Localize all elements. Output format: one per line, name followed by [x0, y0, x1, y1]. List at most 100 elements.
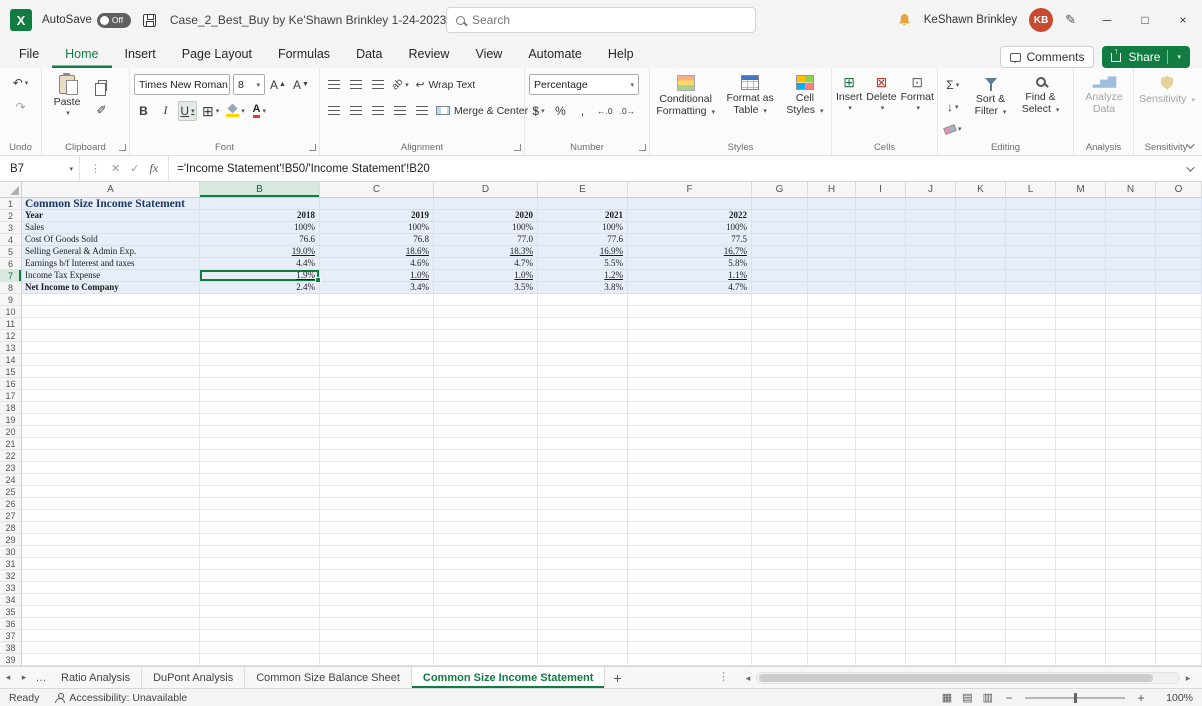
cell-E30[interactable]: [538, 546, 628, 558]
scrollbar-thumb[interactable]: [759, 674, 1153, 682]
cell-C34[interactable]: [320, 594, 434, 606]
save-button[interactable]: [143, 14, 156, 27]
cell-F38[interactable]: [628, 642, 752, 654]
cell-J12[interactable]: [906, 330, 956, 342]
column-header-d[interactable]: D: [434, 182, 538, 197]
cell-B7[interactable]: 1.9%: [200, 270, 320, 282]
cell-L38[interactable]: [1006, 642, 1056, 654]
cell-D19[interactable]: [434, 414, 538, 426]
cell-G22[interactable]: [752, 450, 808, 462]
cell-L30[interactable]: [1006, 546, 1056, 558]
delete-cells-dropdown-icon[interactable]: ▾: [881, 105, 885, 113]
cell-J27[interactable]: [906, 510, 956, 522]
cell-H10[interactable]: [808, 306, 856, 318]
cell-N35[interactable]: [1106, 606, 1156, 618]
cell-M10[interactable]: [1056, 306, 1106, 318]
cell-J1[interactable]: [906, 198, 956, 210]
cell-L32[interactable]: [1006, 570, 1056, 582]
cell-K6[interactable]: [956, 258, 1006, 270]
cell-F6[interactable]: 5.8%: [628, 258, 752, 270]
cell-O1[interactable]: [1156, 198, 1202, 210]
cell-G25[interactable]: [752, 486, 808, 498]
font-dialog-launcher[interactable]: [309, 144, 316, 151]
cell-K1[interactable]: [956, 198, 1006, 210]
cell-M2[interactable]: [1056, 210, 1106, 222]
cell-D9[interactable]: [434, 294, 538, 306]
cell-J7[interactable]: [906, 270, 956, 282]
cell-K12[interactable]: [956, 330, 1006, 342]
align-left-button[interactable]: [324, 101, 343, 121]
cell-C25[interactable]: [320, 486, 434, 498]
cell-F1[interactable]: [628, 198, 752, 210]
column-header-a[interactable]: A: [22, 182, 200, 197]
cell-N2[interactable]: [1106, 210, 1156, 222]
cell-M29[interactable]: [1056, 534, 1106, 546]
cell-D37[interactable]: [434, 630, 538, 642]
cell-A35[interactable]: [22, 606, 200, 618]
cell-K11[interactable]: [956, 318, 1006, 330]
autosum-button[interactable]: Σ▾: [943, 75, 962, 95]
cell-O4[interactable]: [1156, 234, 1202, 246]
cell-B25[interactable]: [200, 486, 320, 498]
cell-B37[interactable]: [200, 630, 320, 642]
cell-H25[interactable]: [808, 486, 856, 498]
delete-cells-button[interactable]: ⊠ Delete ▾: [866, 73, 896, 113]
cell-J21[interactable]: [906, 438, 956, 450]
cell-E26[interactable]: [538, 498, 628, 510]
cell-H34[interactable]: [808, 594, 856, 606]
cell-I35[interactable]: [856, 606, 906, 618]
zoom-slider[interactable]: [1025, 697, 1125, 699]
cell-M32[interactable]: [1056, 570, 1106, 582]
cell-N22[interactable]: [1106, 450, 1156, 462]
cell-M39[interactable]: [1056, 654, 1106, 666]
cell-G36[interactable]: [752, 618, 808, 630]
cell-G37[interactable]: [752, 630, 808, 642]
cell-A8[interactable]: Net Income to Company: [22, 282, 200, 294]
cell-H30[interactable]: [808, 546, 856, 558]
cell-M4[interactable]: [1056, 234, 1106, 246]
cell-G13[interactable]: [752, 342, 808, 354]
paste-dropdown-icon[interactable]: ▾: [66, 110, 70, 118]
cell-N13[interactable]: [1106, 342, 1156, 354]
cell-H6[interactable]: [808, 258, 856, 270]
cell-A30[interactable]: [22, 546, 200, 558]
cell-E29[interactable]: [538, 534, 628, 546]
cell-L27[interactable]: [1006, 510, 1056, 522]
ribbon-tab-help[interactable]: Help: [595, 40, 647, 68]
cell-E6[interactable]: 5.5%: [538, 258, 628, 270]
cell-K32[interactable]: [956, 570, 1006, 582]
cell-O22[interactable]: [1156, 450, 1202, 462]
cell-C23[interactable]: [320, 462, 434, 474]
cell-K9[interactable]: [956, 294, 1006, 306]
cell-G30[interactable]: [752, 546, 808, 558]
select-all-button[interactable]: [0, 182, 22, 197]
cell-E20[interactable]: [538, 426, 628, 438]
sensitivity-button[interactable]: Sensitivity ▾: [1138, 73, 1196, 105]
cell-G23[interactable]: [752, 462, 808, 474]
align-center-button[interactable]: [346, 101, 365, 121]
sheet-nav-right-icon[interactable]: ▸: [16, 667, 32, 688]
cell-O5[interactable]: [1156, 246, 1202, 258]
cell-H19[interactable]: [808, 414, 856, 426]
cell-A10[interactable]: [22, 306, 200, 318]
cell-C37[interactable]: [320, 630, 434, 642]
cell-F28[interactable]: [628, 522, 752, 534]
sheet-nav-left-icon[interactable]: ◂: [0, 667, 16, 688]
cell-A39[interactable]: [22, 654, 200, 666]
cell-D4[interactable]: 77.0: [434, 234, 538, 246]
cell-L28[interactable]: [1006, 522, 1056, 534]
cell-L29[interactable]: [1006, 534, 1056, 546]
cell-F20[interactable]: [628, 426, 752, 438]
autosave-control[interactable]: AutoSave Off: [42, 13, 131, 28]
cell-E13[interactable]: [538, 342, 628, 354]
cell-J38[interactable]: [906, 642, 956, 654]
cell-O17[interactable]: [1156, 390, 1202, 402]
cell-G35[interactable]: [752, 606, 808, 618]
cell-B38[interactable]: [200, 642, 320, 654]
cell-J35[interactable]: [906, 606, 956, 618]
clipboard-dialog-launcher[interactable]: [119, 144, 126, 151]
cell-H28[interactable]: [808, 522, 856, 534]
cell-L6[interactable]: [1006, 258, 1056, 270]
row-header-11[interactable]: 11: [0, 318, 22, 330]
cell-M26[interactable]: [1056, 498, 1106, 510]
